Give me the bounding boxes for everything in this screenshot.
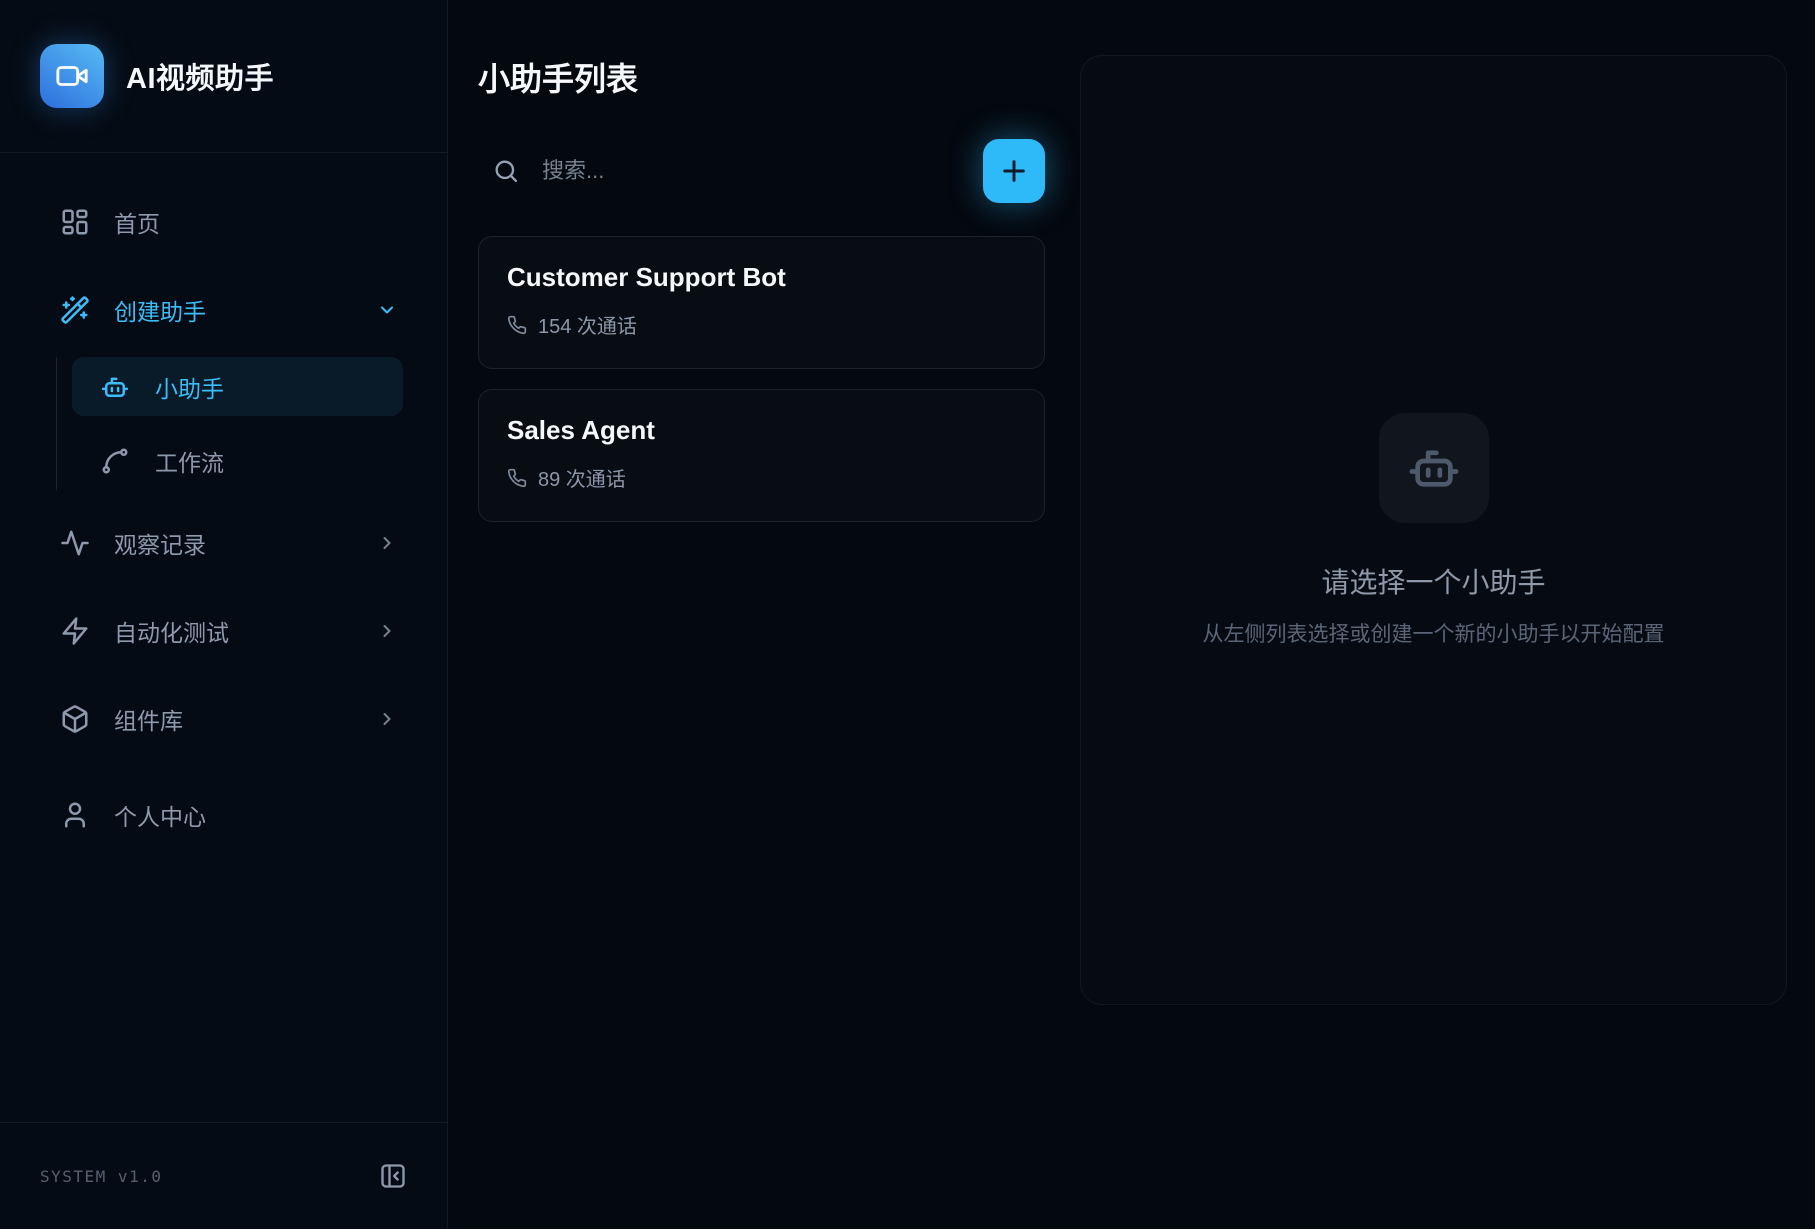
empty-state-subtitle: 从左侧列表选择或创建一个新的小助手以开始配置 [1203, 618, 1665, 648]
assistant-list: Customer Support Bot 154 次通话 Sales Agent… [478, 236, 1045, 522]
panel-left-close-icon [379, 1162, 407, 1190]
sidebar-item-observation-records[interactable]: 观察记录 [30, 514, 417, 572]
sidebar-item-home[interactable]: 首页 [30, 193, 417, 251]
assistant-call-count: 154 次通话 [507, 310, 1016, 339]
dashboard-icon [60, 207, 90, 237]
empty-state-title: 请选择一个小助手 [1321, 561, 1545, 601]
sidebar-subitem-assistants[interactable]: 小助手 [72, 357, 403, 416]
sidebar-item-label: 组件库 [114, 702, 183, 736]
search-row [478, 138, 1045, 204]
app-logo [40, 44, 104, 108]
assistant-detail-panel: 请选择一个小助手 从左侧列表选择或创建一个新的小助手以开始配置 [1080, 55, 1787, 1005]
sidebar-footer: SYSTEM v1.0 [0, 1122, 447, 1229]
assistant-name: Customer Support Bot [507, 262, 1016, 293]
assistant-list-panel: 小助手列表 Customer Support Bot 154 次通话 Sales… [448, 0, 1080, 542]
wand-icon [60, 295, 90, 325]
chevron-right-icon [377, 709, 397, 729]
sidebar-item-label: 个人中心 [114, 798, 206, 832]
sidebar-item-create-assistant[interactable]: 创建助手 [30, 281, 417, 339]
bot-icon [100, 372, 130, 402]
create-assistant-submenu: 小助手 工作流 [56, 357, 417, 490]
chevron-down-icon [377, 300, 397, 320]
page-title: 小助手列表 [478, 54, 1080, 100]
sidebar: AI视频助手 首页 创建助手 小助手 [0, 0, 448, 1229]
sidebar-header: AI视频助手 [0, 0, 447, 153]
sidebar-item-profile[interactable]: 个人中心 [30, 786, 417, 844]
zap-icon [60, 616, 90, 646]
sidebar-item-label: 首页 [114, 205, 160, 239]
assistant-card[interactable]: Sales Agent 89 次通话 [478, 389, 1045, 522]
phone-icon [507, 468, 527, 488]
collapse-sidebar-button[interactable] [379, 1162, 407, 1190]
video-camera-icon [55, 59, 89, 93]
sidebar-item-automated-testing[interactable]: 自动化测试 [30, 602, 417, 660]
sidebar-item-label: 创建助手 [114, 293, 206, 327]
call-count-label: 89 次通话 [538, 463, 626, 492]
system-version: SYSTEM v1.0 [40, 1167, 162, 1186]
search-input[interactable] [542, 158, 965, 184]
search-icon [492, 157, 520, 185]
sidebar-subitem-label: 工作流 [155, 444, 224, 478]
assistant-name: Sales Agent [507, 415, 1016, 446]
sidebar-subitem-label: 小助手 [155, 370, 224, 404]
phone-icon [507, 315, 527, 335]
chevron-right-icon [377, 621, 397, 641]
sidebar-item-component-library[interactable]: 组件库 [30, 690, 417, 748]
activity-icon [60, 528, 90, 558]
chevron-right-icon [377, 533, 397, 553]
user-icon [60, 800, 90, 830]
assistant-call-count: 89 次通话 [507, 463, 1016, 492]
sidebar-item-label: 观察记录 [114, 526, 206, 560]
call-count-label: 154 次通话 [538, 310, 637, 339]
add-assistant-button[interactable] [983, 139, 1045, 203]
sidebar-item-label: 自动化测试 [114, 614, 229, 648]
spline-icon [100, 446, 130, 476]
sidebar-nav: 首页 创建助手 小助手 工作流 [0, 153, 447, 844]
assistant-card[interactable]: Customer Support Bot 154 次通话 [478, 236, 1045, 369]
empty-state-badge [1379, 413, 1489, 523]
plus-icon [998, 155, 1030, 187]
app-title: AI视频助手 [126, 55, 274, 97]
bot-icon [1406, 440, 1462, 496]
sidebar-subitem-workflow[interactable]: 工作流 [72, 431, 403, 490]
box-icon [60, 704, 90, 734]
